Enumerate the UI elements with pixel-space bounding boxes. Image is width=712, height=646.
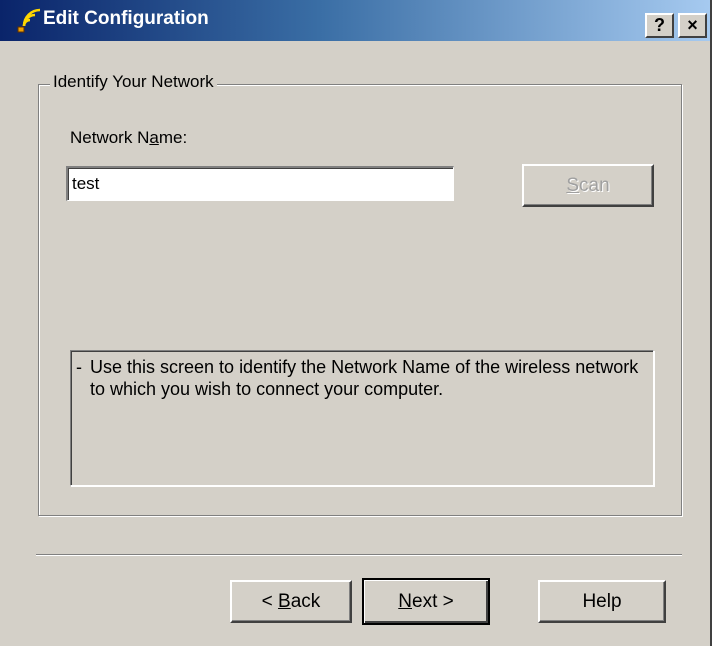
window-title: Edit Configuration <box>43 8 209 29</box>
title-help-button[interactable]: ? <box>645 13 674 38</box>
scan-button[interactable]: Scan <box>522 164 654 207</box>
next-button[interactable]: Next > <box>362 578 490 625</box>
info-description: Use this screen to identify the Network … <box>90 357 639 399</box>
group-legend: Identify Your Network <box>50 72 217 92</box>
separator <box>36 554 682 556</box>
info-text-block: - Use this screen to identify the Networ… <box>76 356 648 400</box>
back-button[interactable]: < Back <box>230 580 352 623</box>
network-name-label: Network Name: <box>70 128 188 147</box>
wireless-signal-icon <box>17 8 41 33</box>
info-dash: - <box>76 357 82 377</box>
help-button[interactable]: Help <box>538 580 666 623</box>
title-close-button[interactable]: × <box>678 13 707 38</box>
network-name-input[interactable]: test <box>66 166 454 201</box>
title-bar[interactable]: Edit Configuration ? × <box>0 0 710 41</box>
edit-configuration-dialog: Edit Configuration ? × Identify Your Net… <box>0 0 712 646</box>
question-icon: ? <box>654 15 665 35</box>
close-icon: × <box>687 15 698 35</box>
